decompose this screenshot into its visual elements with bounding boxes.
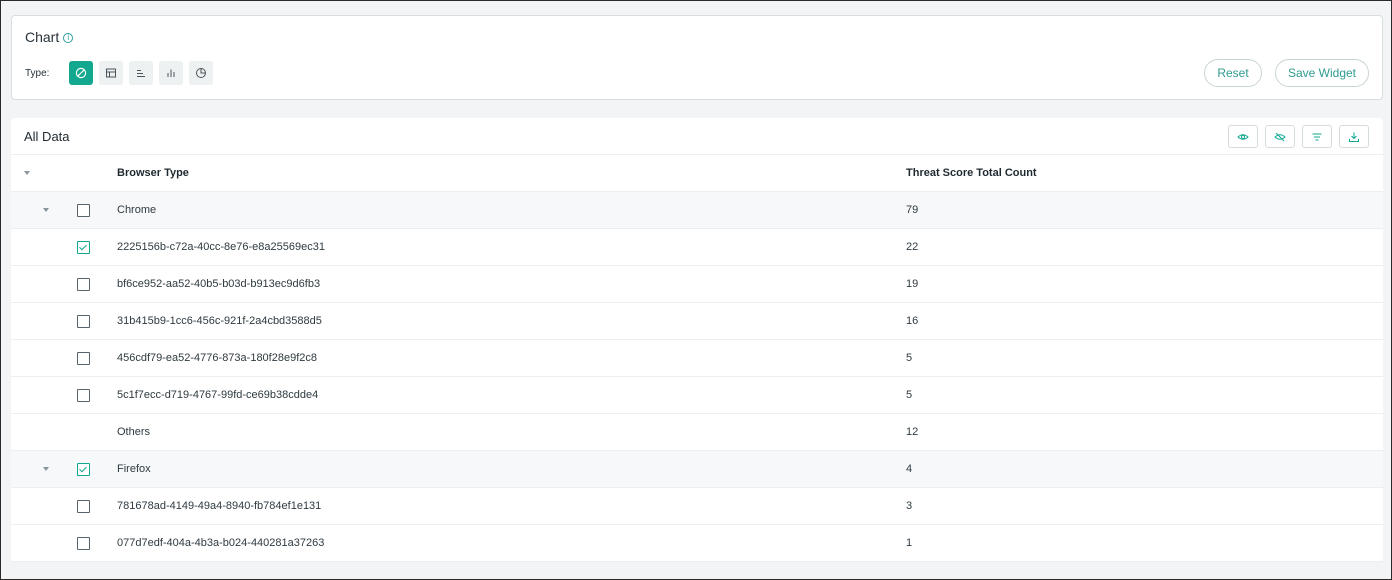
row-checkbox[interactable]: [77, 500, 90, 513]
row-name: Firefox: [117, 463, 151, 475]
chart-title-text: Chart: [25, 29, 60, 45]
row-name: 31b415b9-1cc6-456c-921f-2a4cbd3588d5: [117, 315, 322, 327]
table-row[interactable]: Chrome 79: [11, 192, 1383, 229]
row-count: 22: [906, 241, 919, 253]
row-checkbox[interactable]: [77, 278, 90, 291]
row-name: 781678ad-4149-49a4-8940-fb784ef1e131: [117, 500, 322, 512]
row-checkbox[interactable]: [77, 241, 90, 254]
data-panel-title: All Data: [24, 129, 70, 144]
bar-vertical-icon: [167, 69, 175, 77]
row-name: 5c1f7ecc-d719-4767-99fd-ce69b38cdde4: [117, 389, 319, 401]
collapse-caret-icon[interactable]: [43, 467, 49, 471]
eye-icon: [1237, 133, 1249, 140]
filter-icon: [1312, 133, 1322, 140]
download-icon: [1349, 132, 1359, 142]
row-count: 19: [906, 278, 919, 290]
row-count: 79: [906, 204, 919, 216]
collapse-caret-icon[interactable]: [43, 208, 49, 212]
type-label: Type:: [25, 67, 50, 79]
expand-all-caret-icon[interactable]: [24, 171, 30, 175]
download-button[interactable]: [1339, 125, 1369, 148]
row-checkbox[interactable]: [77, 463, 90, 476]
row-count: 1: [906, 537, 913, 549]
table-row[interactable]: 077d7edf-404a-4b3a-b024-440281a37263 1: [11, 525, 1383, 562]
info-icon[interactable]: i: [63, 33, 74, 43]
pie-icon: [196, 68, 207, 78]
row-count: 16: [906, 315, 919, 327]
chart-type-table-button[interactable]: [99, 61, 124, 85]
row-checkbox[interactable]: [77, 204, 90, 217]
row-name: Others: [117, 426, 151, 438]
chart-type-bar-horizontal-button[interactable]: [129, 61, 154, 85]
table-row[interactable]: 456cdf79-ea52-4776-873a-180f28e9f2c8 5: [11, 340, 1383, 377]
row-name: bf6ce952-aa52-40b5-b03d-b913ec9d6fb3: [117, 278, 321, 290]
chart-type-selector: Type:: [25, 61, 219, 85]
save-widget-button[interactable]: Save Widget: [1275, 59, 1369, 87]
row-name: Chrome: [117, 204, 157, 216]
row-name: 077d7edf-404a-4b3a-b024-440281a37263: [117, 537, 325, 549]
row-checkbox[interactable]: [77, 537, 90, 550]
row-checkbox[interactable]: [77, 389, 90, 402]
row-name: 2225156b-c72a-40cc-8e76-e8a25569ec31: [117, 241, 325, 253]
row-checkbox[interactable]: [77, 352, 90, 365]
table-row[interactable]: 2225156b-c72a-40cc-8e76-e8a25569ec31 22: [11, 229, 1383, 266]
show-button[interactable]: [1228, 125, 1258, 148]
eye-off-icon: [1274, 132, 1286, 141]
chart-type-pie-button[interactable]: [189, 61, 214, 85]
table-row[interactable]: bf6ce952-aa52-40b5-b03d-b913ec9d6fb3 19: [11, 266, 1383, 303]
table-icon: [106, 68, 117, 78]
row-count: 3: [906, 500, 913, 512]
table-row[interactable]: 5c1f7ecc-d719-4767-99fd-ce69b38cdde4 5: [11, 377, 1383, 414]
hide-button[interactable]: [1265, 125, 1295, 148]
filter-button[interactable]: [1302, 125, 1332, 148]
reset-button[interactable]: Reset: [1204, 59, 1262, 87]
column-header-threat-score[interactable]: Threat Score Total Count: [906, 167, 1037, 179]
table-row[interactable]: 31b415b9-1cc6-456c-921f-2a4cbd3588d5 16: [11, 303, 1383, 340]
table-row: Others 12: [11, 414, 1383, 451]
bar-horizontal-icon: [137, 70, 146, 77]
data-panel: All Data Browser Type Threat Score Total…: [11, 118, 1383, 562]
ban-icon: [76, 67, 87, 79]
chart-title: Chart i: [25, 29, 74, 45]
table-header-row: Browser Type Threat Score Total Count: [11, 155, 1383, 192]
row-name: 456cdf79-ea52-4776-873a-180f28e9f2c8: [117, 352, 317, 364]
row-count: 4: [906, 463, 913, 475]
row-checkbox[interactable]: [77, 315, 90, 328]
row-count: 5: [906, 352, 913, 364]
data-panel-header: All Data: [11, 118, 1383, 155]
chart-type-none-button[interactable]: [69, 61, 94, 85]
row-count: 5: [906, 389, 913, 401]
chart-panel: Chart i Type: Reset Save Widget: [11, 15, 1383, 100]
column-header-browser-type[interactable]: Browser Type: [117, 167, 189, 179]
chart-type-bar-vertical-button[interactable]: [159, 61, 184, 85]
row-count: 12: [906, 426, 919, 438]
table-row[interactable]: 781678ad-4149-49a4-8940-fb784ef1e131 3: [11, 488, 1383, 525]
table-row[interactable]: Firefox 4: [11, 451, 1383, 488]
